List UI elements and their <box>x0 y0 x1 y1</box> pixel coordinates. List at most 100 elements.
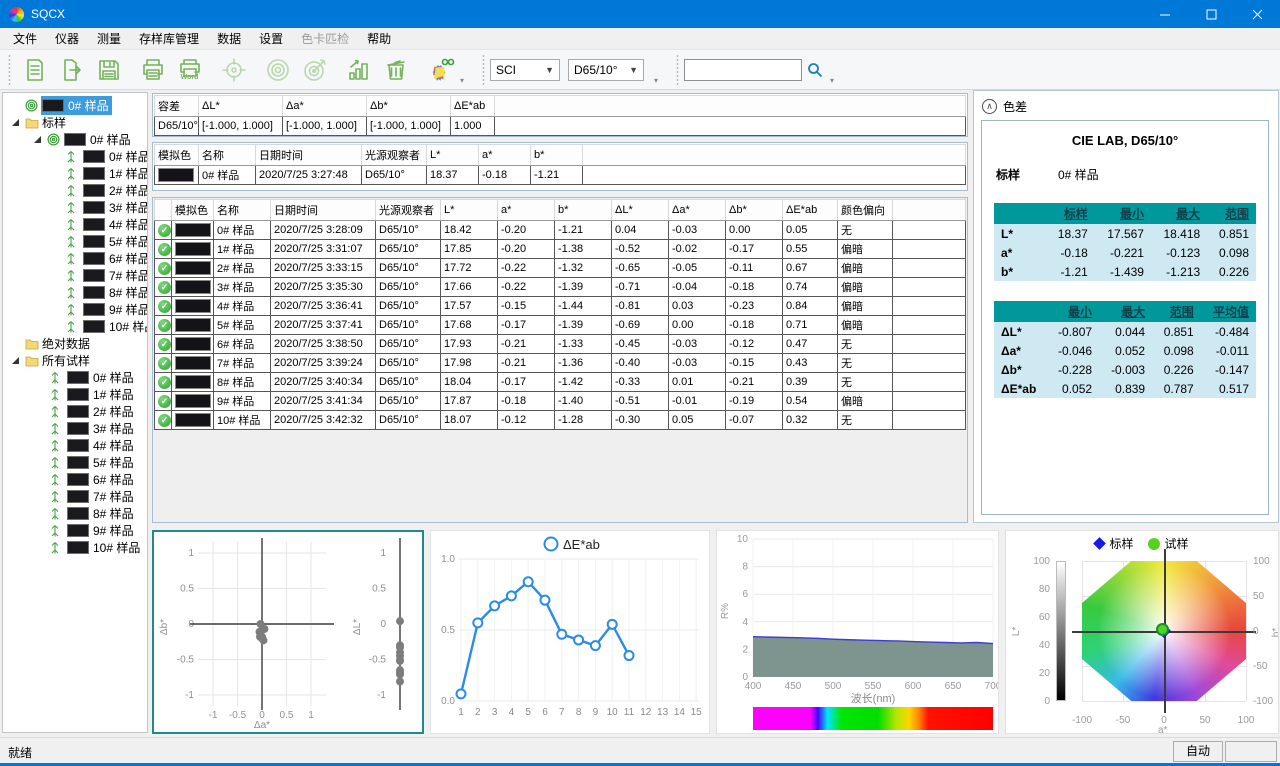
table-row[interactable]: ✓10# 样品2020/7/25 3:42:32D65/10°18.07-0.1… <box>155 411 966 430</box>
tree-item[interactable]: 8# 样品 <box>3 505 147 522</box>
tree-item[interactable]: 0# 样品 <box>3 97 147 114</box>
cell: -0.011 <box>1201 341 1256 360</box>
color-swatch <box>83 286 105 299</box>
table-row[interactable]: ✓6# 样品2020/7/25 3:38:50D65/10°17.93-0.21… <box>155 335 966 354</box>
table-row[interactable]: ✓2# 样品2020/7/25 3:33:15D65/10°17.72-0.22… <box>155 259 966 278</box>
close-button[interactable] <box>1234 0 1280 28</box>
menu-sample-library[interactable]: 存样库管理 <box>130 27 208 50</box>
auto-mode-button[interactable]: 自动 <box>1173 741 1223 762</box>
save-icon[interactable] <box>90 52 127 88</box>
cell: -0.18 <box>726 316 783 335</box>
collapse-icon[interactable]: ∧ <box>982 99 997 114</box>
table-row[interactable]: ✓7# 样品2020/7/25 3:39:24D65/10°17.98-0.21… <box>155 354 966 373</box>
tree-item-label: 10# 样品 <box>109 318 148 335</box>
tree-item[interactable]: 4# 样品 <box>3 437 147 454</box>
scatter-chart-panel[interactable]: 110.50.500-0.5-0.5-1-1Δb*Δa*10.50-0.5-1Δ… <box>152 530 424 734</box>
export-icon[interactable] <box>53 52 90 88</box>
tree-item-label: 8# 样品 <box>109 284 148 301</box>
search-input[interactable] <box>684 59 802 81</box>
table-row[interactable]: D65/10°[-1.000, 1.000][-1.000, 1.000][-1… <box>155 117 966 136</box>
table-row[interactable]: ✓8# 样品2020/7/25 3:40:34D65/10°18.04-0.17… <box>155 373 966 392</box>
calibration-icon[interactable] <box>215 52 252 88</box>
tree-item[interactable]: 1# 样品 <box>3 386 147 403</box>
measure-standard-icon[interactable] <box>259 52 296 88</box>
color-card-search-icon[interactable] <box>421 52 458 88</box>
maximize-button[interactable] <box>1188 0 1234 28</box>
column-header-filler <box>893 200 966 221</box>
tree-item[interactable]: 6# 样品 <box>3 471 147 488</box>
minimize-button[interactable] <box>1142 0 1188 28</box>
expand-arrow-icon[interactable] <box>11 356 25 365</box>
tree-item[interactable]: 4# 样品 <box>3 216 147 233</box>
cell: 17.66 <box>441 278 498 297</box>
search-icon[interactable] <box>802 58 828 82</box>
measure-sample-icon[interactable] <box>296 52 333 88</box>
color-gamut-chart-panel[interactable]: 标样试样100806040200L*100500-50-100b*-100-50… <box>1005 530 1279 734</box>
table-row[interactable]: 0# 样品2020/7/25 3:27:48D65/10°18.37-0.18-… <box>155 166 966 185</box>
cell: 2020/7/25 3:41:34 <box>271 392 376 411</box>
toolbar-overflow-icon[interactable]: ▾ <box>460 76 464 85</box>
target-icon <box>25 99 41 112</box>
tree-item[interactable]: 9# 样品 <box>3 522 147 539</box>
print-icon[interactable] <box>134 52 171 88</box>
expand-arrow-icon[interactable] <box>11 118 25 127</box>
table-row[interactable]: ✓4# 样品2020/7/25 3:36:41D65/10°17.57-0.15… <box>155 297 966 316</box>
table-row[interactable]: ✓9# 样品2020/7/25 3:41:34D65/10°17.87-0.18… <box>155 392 966 411</box>
sci-dropdown[interactable]: SCI▼ <box>490 59 560 81</box>
menu-settings[interactable]: 设置 <box>250 27 292 50</box>
table-row[interactable]: ✓3# 样品2020/7/25 3:35:30D65/10°17.66-0.22… <box>155 278 966 297</box>
status-cell: ✓ <box>155 335 172 354</box>
menu-file[interactable]: 文件 <box>4 27 46 50</box>
menu-measure[interactable]: 测量 <box>88 27 130 50</box>
menu-color-card-check[interactable]: 色卡匹检 <box>292 27 358 50</box>
tree-item[interactable]: 0# 样品 <box>3 131 147 148</box>
menu-data[interactable]: 数据 <box>208 27 250 50</box>
tree-item[interactable]: 5# 样品 <box>3 233 147 250</box>
tree-item[interactable]: 标样 <box>3 114 147 131</box>
illuminant-dropdown[interactable]: D65/10°▼ <box>568 59 644 81</box>
new-document-icon[interactable] <box>16 52 53 88</box>
tree-item[interactable]: 8# 样品 <box>3 284 147 301</box>
tree-item[interactable]: 2# 样品 <box>3 182 147 199</box>
print-word-icon[interactable]: Word <box>171 52 208 88</box>
cell: -0.18 <box>479 166 531 185</box>
spectral-chart-panel[interactable]: 0246810400450500550600650700R%波长(nm) <box>716 530 999 734</box>
sample-tree-panel: 0# 样品标样0# 样品0# 样品1# 样品2# 样品3# 样品4# 样品5# … <box>2 92 148 733</box>
tree-item[interactable]: 3# 样品 <box>3 199 147 216</box>
svg-text:600: 600 <box>905 681 922 692</box>
cell: 0.74 <box>783 278 838 297</box>
tree-item[interactable]: 10# 样品 <box>3 318 147 335</box>
statistics-icon[interactable] <box>340 52 377 88</box>
word-export-label: Word <box>181 74 199 81</box>
delete-icon[interactable] <box>377 52 414 88</box>
tree-item[interactable]: 10# 样品 <box>3 539 147 556</box>
table-row[interactable]: ✓1# 样品2020/7/25 3:31:07D65/10°17.85-0.20… <box>155 240 966 259</box>
tree-item[interactable]: 6# 样品 <box>3 250 147 267</box>
cell: 0.01 <box>669 373 726 392</box>
tree-item[interactable]: 9# 样品 <box>3 301 147 318</box>
table-row[interactable]: ✓5# 样品2020/7/25 3:37:41D65/10°17.68-0.17… <box>155 316 966 335</box>
toolbar-overflow-icon[interactable]: ▾ <box>830 76 834 85</box>
tree-item[interactable]: 1# 样品 <box>3 165 147 182</box>
tree-item[interactable]: 2# 样品 <box>3 403 147 420</box>
toolbar-overflow-icon[interactable]: ▾ <box>654 76 658 85</box>
svg-text:0.5: 0.5 <box>280 710 294 721</box>
folder-icon <box>25 338 41 350</box>
check-icon: ✓ <box>158 262 171 275</box>
tree-item[interactable]: 5# 样品 <box>3 454 147 471</box>
tree-item[interactable]: 7# 样品 <box>3 488 147 505</box>
table-row[interactable]: ✓0# 样品2020/7/25 3:28:09D65/10°18.42-0.20… <box>155 221 966 240</box>
tree-item[interactable]: 0# 样品 <box>3 369 147 386</box>
svg-text:0.5: 0.5 <box>372 584 386 595</box>
color-swatch <box>83 150 105 163</box>
tree-item[interactable]: 0# 样品 <box>3 148 147 165</box>
tree-item[interactable]: 3# 样品 <box>3 420 147 437</box>
cell: 0.851 <box>1207 224 1256 243</box>
menu-help[interactable]: 帮助 <box>358 27 400 50</box>
tree-item[interactable]: 所有试样 <box>3 352 147 369</box>
tree-item[interactable]: 绝对数据 <box>3 335 147 352</box>
menu-instrument[interactable]: 仪器 <box>46 27 88 50</box>
tree-item[interactable]: 7# 样品 <box>3 267 147 284</box>
delta-e-line-chart-panel[interactable]: 0.00.51.0123456789101112131415ΔE*ab <box>430 530 710 734</box>
expand-arrow-icon[interactable] <box>33 135 47 144</box>
